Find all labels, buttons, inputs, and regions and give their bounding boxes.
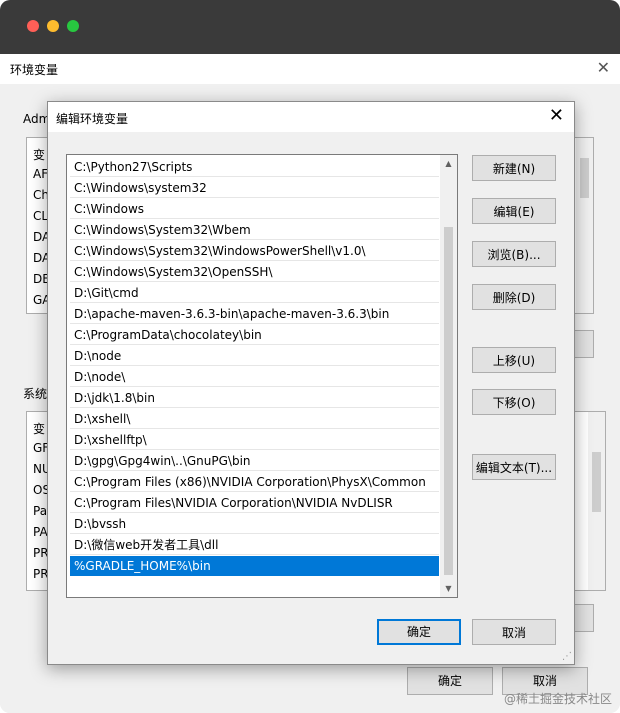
ok-button[interactable]: 确定: [377, 619, 461, 645]
maximize-window-icon[interactable]: [67, 20, 79, 32]
path-list-item[interactable]: D:\node: [70, 346, 439, 366]
edit-text-button[interactable]: 编辑文本(T)...: [472, 454, 556, 480]
bg-list-item[interactable]: 变: [33, 146, 45, 163]
scroll-down-icon[interactable]: ▼: [440, 580, 457, 597]
close-icon[interactable]: ✕: [549, 105, 564, 126]
user-list-scrollbar[interactable]: [576, 138, 593, 313]
move-up-button[interactable]: 上移(U): [472, 347, 556, 373]
path-list-item[interactable]: D:\xshell\: [70, 409, 439, 429]
close-window-icon[interactable]: [27, 20, 39, 32]
bg-list-item[interactable]: CL: [33, 209, 48, 223]
path-list-item[interactable]: D:\node\: [70, 367, 439, 387]
path-list-item[interactable]: C:\Windows\system32: [70, 178, 439, 198]
path-list[interactable]: C:\Python27\Scripts C:\Windows\system32 C:…: [66, 154, 458, 598]
bg-ok-button[interactable]: 确定: [407, 667, 493, 695]
path-list-item[interactable]: D:\bvssh: [70, 514, 439, 534]
scrollbar-thumb[interactable]: [444, 227, 453, 575]
bg-titlebar: 环境变量 ✕: [0, 54, 620, 84]
new-button[interactable]: 新建(N): [472, 155, 556, 181]
path-list-item[interactable]: D:\xshellftp\: [70, 430, 439, 450]
browse-button[interactable]: 浏览(B)...: [472, 241, 556, 267]
cancel-button[interactable]: 取消: [472, 619, 556, 645]
close-icon[interactable]: ✕: [597, 58, 610, 77]
bg-window-title: 环境变量: [10, 63, 59, 77]
bg-list-item[interactable]: AF: [33, 167, 48, 181]
path-list-item[interactable]: D:\Git\cmd: [70, 283, 439, 303]
path-list-scrollbar[interactable]: ▲ ▼: [440, 155, 457, 597]
system-variables-label: 系统: [23, 387, 48, 401]
path-list-item[interactable]: C:\ProgramData\chocolatey\bin: [70, 325, 439, 345]
dialog-titlebar: 编辑环境变量 ✕: [48, 102, 574, 132]
bg-list-item[interactable]: PA: [33, 525, 48, 539]
edit-button[interactable]: 编辑(E): [472, 198, 556, 224]
path-list-item[interactable]: C:\Windows\System32\WindowsPowerShell\v1…: [70, 241, 439, 261]
delete-button[interactable]: 删除(D): [472, 284, 556, 310]
bg-list-item[interactable]: 变: [33, 420, 45, 437]
path-list-item[interactable]: %GRADLE_HOME%\bin: [70, 556, 439, 576]
path-list-item[interactable]: D:\apache-maven-3.6.3-bin\apache-maven-3…: [70, 304, 439, 324]
path-list-item[interactable]: C:\Windows\System32\Wbem: [70, 220, 439, 240]
dialog-title: 编辑环境变量: [56, 112, 129, 126]
path-list-item[interactable]: C:\Python27\Scripts: [70, 157, 439, 177]
scroll-up-icon[interactable]: ▲: [440, 155, 457, 172]
path-list-item[interactable]: C:\Program Files\NVIDIA Corporation\NVID…: [70, 493, 439, 513]
app-window: 环境变量 ✕ Adm 变 AF Ch CL DA DA DE GA 系统 变 GF NU OS Pa P…: [0, 0, 620, 713]
path-list-item[interactable]: C:\Program Files (x86)\NVIDIA Corporatio…: [70, 472, 439, 492]
path-list-item[interactable]: D:\微信web开发者工具\dll: [70, 535, 439, 555]
mac-titlebar: [0, 0, 620, 54]
path-list-item[interactable]: D:\gpg\Gpg4win\..\GnuPG\bin: [70, 451, 439, 471]
move-down-button[interactable]: 下移(O): [472, 389, 556, 415]
path-list-item[interactable]: C:\Windows\System32\OpenSSH\: [70, 262, 439, 282]
path-list-item[interactable]: C:\Windows: [70, 199, 439, 219]
path-list-item[interactable]: D:\jdk\1.8\bin: [70, 388, 439, 408]
edit-env-variable-dialog: 编辑环境变量 ✕ C:\Python27\Scripts C:\Windows\s…: [47, 101, 575, 665]
watermark: @稀土掘金技术社区: [503, 692, 612, 706]
minimize-window-icon[interactable]: [47, 20, 59, 32]
system-list-scrollbar[interactable]: [588, 412, 605, 590]
resize-grip-icon[interactable]: ⋰: [562, 651, 572, 662]
bg-list-item[interactable]: Pa: [33, 504, 47, 518]
